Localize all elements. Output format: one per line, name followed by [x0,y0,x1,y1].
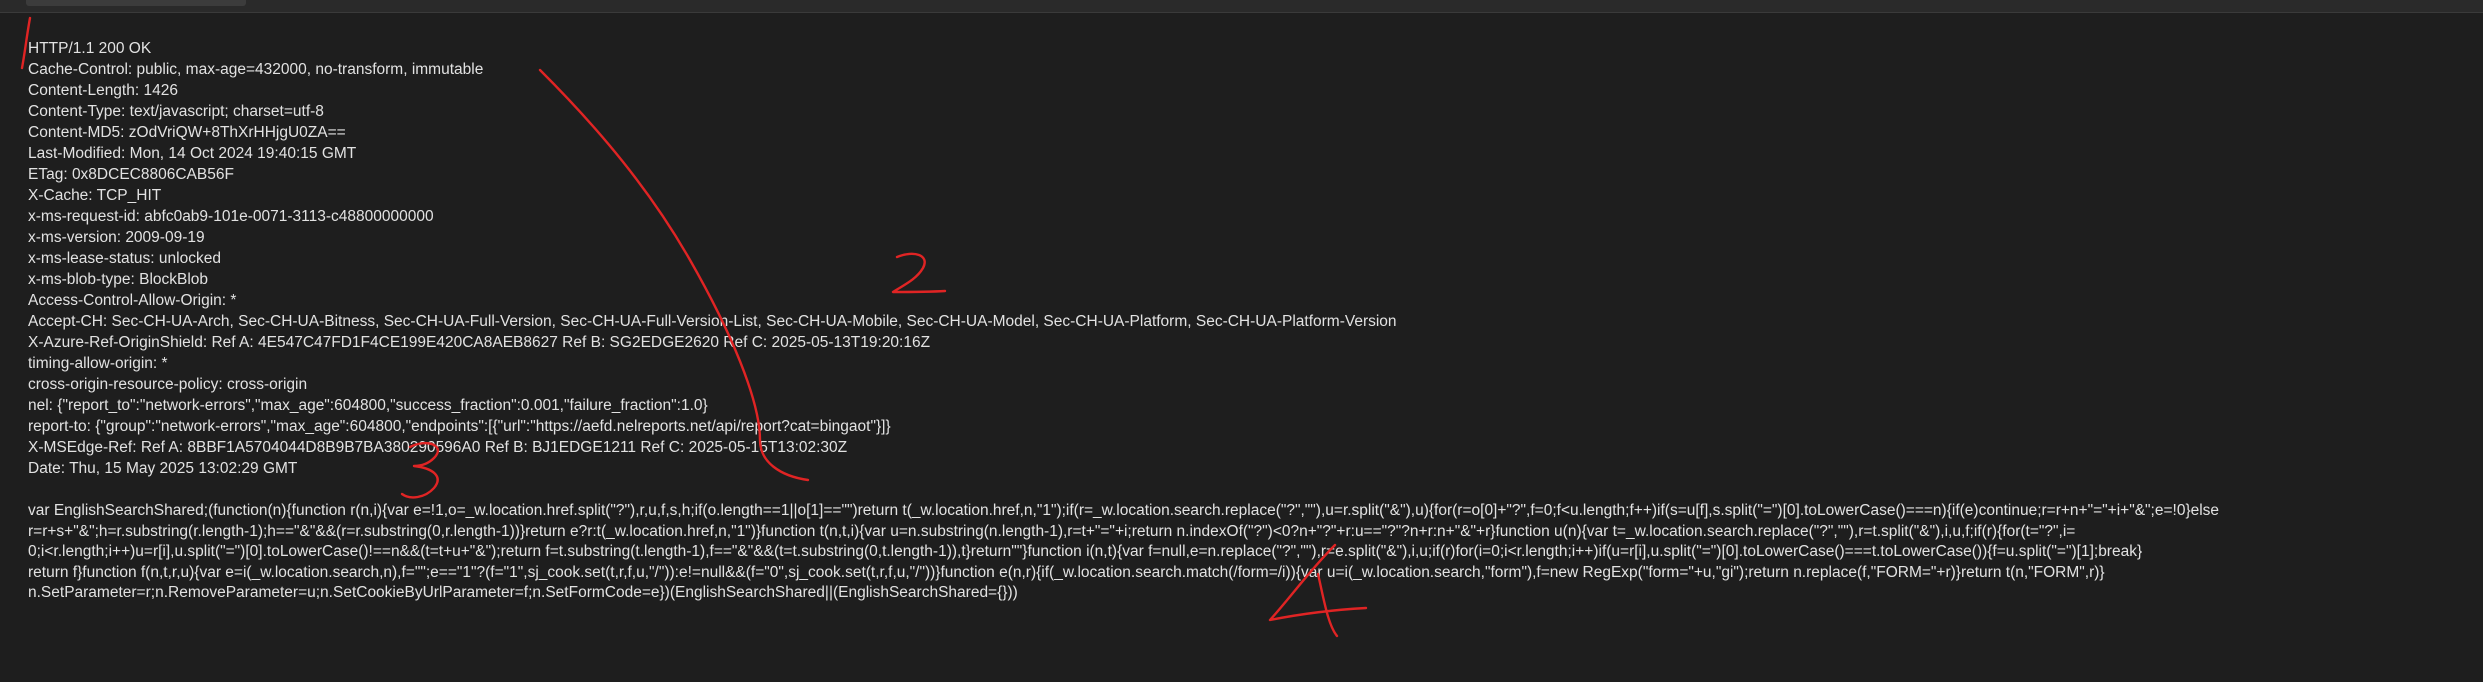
status-line: HTTP/1.1 200 OK [28,40,152,57]
header-acao: Access-Control-Allow-Origin: * [28,292,237,309]
header-accept-ch: Accept-CH: Sec-CH-UA-Arch, Sec-CH-UA-Bit… [28,313,1397,330]
header-content-type: Content-Type: text/javascript; charset=u… [28,103,324,120]
header-lease-status: x-ms-lease-status: unlocked [28,250,221,267]
header-nel: nel: {"report_to":"network-errors","max_… [28,397,708,414]
header-cache-control: Cache-Control: public, max-age=432000, n… [28,61,484,78]
header-request-id: x-ms-request-id: abfc0ab9-101e-0071-3113… [28,208,434,225]
body-line: n.SetParameter=r;n.RemoveParameter=u;n.S… [28,584,1018,601]
header-date: Date: Thu, 15 May 2025 13:02:29 GMT [28,460,298,477]
body-line: var EnglishSearchShared;(function(n){fun… [28,502,2220,519]
header-etag: ETag: 0x8DCEC8806CAB56F [28,166,234,183]
body-line: r=r+s+"&";h=r.substring(r.length-1);h=="… [28,522,2076,540]
header-content-length: Content-Length: 1426 [28,82,178,99]
body-line: 0;i<r.length;i++)u=r[i],u.split("=")[0].… [28,543,2143,560]
header-last-modified: Last-Modified: Mon, 14 Oct 2024 19:40:15… [28,145,357,162]
tab-strip-fragment [26,0,246,6]
header-origin-shield: X-Azure-Ref-OriginShield: Ref A: 4E547C4… [28,334,931,351]
header-report-to: report-to: {"group":"network-errors","ma… [28,418,891,435]
header-content-md5: Content-MD5: zOdVriQW+8ThXrHHjgU0ZA== [28,124,346,141]
response-body: var EnglishSearchShared;(function(n){fun… [28,500,2483,603]
header-timing-allow-origin: timing-allow-origin: * [28,355,168,372]
response-headers: HTTP/1.1 200 OK Cache-Control: public, m… [28,38,2483,479]
header-corp: cross-origin-resource-policy: cross-orig… [28,376,308,393]
header-msedge-ref: X-MSEdge-Ref: Ref A: 8BBF1A5704044D8B9B7… [28,439,848,456]
body-line: return f}function f(n,t,r,u){var e=i(_w.… [28,563,2105,581]
http-response-viewer: HTTP/1.1 200 OK Cache-Control: public, m… [28,38,2483,603]
header-body-separator [28,479,2483,500]
header-ms-version: x-ms-version: 2009-09-19 [28,229,205,246]
window-top-strip [0,0,2483,13]
header-blob-type: x-ms-blob-type: BlockBlob [28,271,209,288]
header-x-cache: X-Cache: TCP_HIT [28,187,162,204]
